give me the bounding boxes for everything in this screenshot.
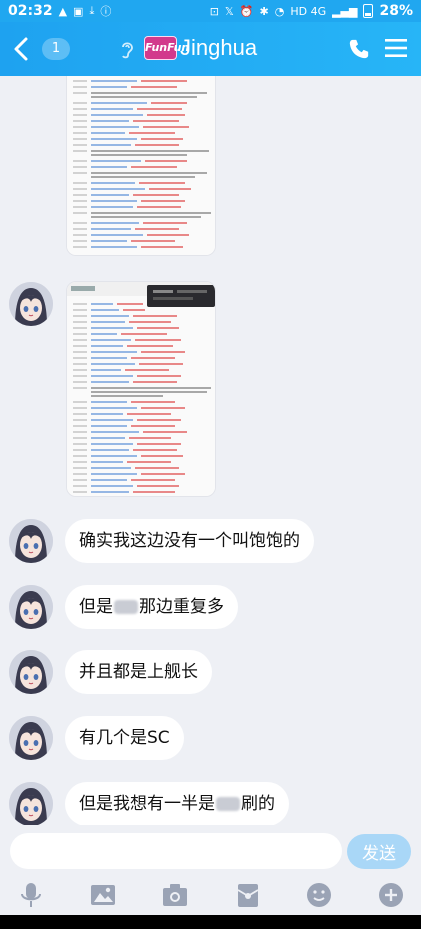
- auto-icon: ⊡: [209, 4, 219, 18]
- status-bar: 02:32 ▲ ▣ ⤓ ⓘ ⊡ 𝕏 ⏰ ✱ ◔ HD 4G ▂▄▆ 28%: [0, 0, 421, 22]
- send-button[interactable]: 发送: [347, 834, 411, 869]
- message-text: 并且都是上舰长: [79, 662, 198, 682]
- redacted-blur: [114, 600, 138, 614]
- anime-avatar-image: [9, 650, 53, 694]
- message-bubble[interactable]: 但是我想有一半是 刷的: [65, 782, 289, 825]
- camera-icon[interactable]: [161, 881, 189, 909]
- x-icon: 𝕏: [224, 4, 234, 18]
- input-toolbar: [0, 875, 421, 915]
- message-text-end: 刷的: [241, 794, 275, 814]
- bluetooth-icon: ✱: [259, 4, 269, 18]
- input-row: 发送: [0, 825, 421, 875]
- warning-icon: ▲: [58, 4, 68, 18]
- red-packet-icon[interactable]: [234, 881, 262, 909]
- image-icon[interactable]: [89, 881, 117, 909]
- image-message[interactable]: [66, 76, 216, 256]
- message-text-start: 但是我想有一半是: [79, 794, 215, 814]
- chat-header: 1 FunFun Jinghua: [0, 22, 421, 76]
- image-message[interactable]: [66, 281, 216, 497]
- contact-avatar[interactable]: [9, 282, 53, 326]
- mic-icon[interactable]: [17, 881, 45, 909]
- anime-avatar-image: [9, 585, 53, 629]
- message-input[interactable]: [10, 833, 342, 869]
- info-icon: ⓘ: [100, 5, 112, 18]
- message-text: 有几个是SC: [79, 728, 170, 748]
- system-nav-bar: [0, 915, 421, 929]
- redacted-blur: [216, 797, 240, 811]
- chat-area[interactable]: 确实我这边没有一个叫饱饱的 但是 那边重复多 并且都是上舰长 有几个是SC 但是…: [0, 76, 421, 825]
- message-text-start: 但是: [79, 597, 113, 617]
- gallery-notification-icon: ▣: [73, 4, 84, 18]
- status-right: ⊡ 𝕏 ⏰ ✱ ◔ HD 4G ▂▄▆ 28%: [210, 3, 413, 19]
- anime-avatar-image: [9, 716, 53, 760]
- message-bubble[interactable]: 有几个是SC: [65, 716, 184, 760]
- contact-avatar[interactable]: [9, 519, 53, 563]
- anime-avatar-image: [9, 519, 53, 563]
- network-type: HD 4G: [290, 4, 327, 18]
- message-bubble[interactable]: 确实我这边没有一个叫饱饱的: [65, 519, 314, 563]
- contact-avatar[interactable]: [9, 716, 53, 760]
- anime-avatar-image: [9, 782, 53, 825]
- message-text: 确实我这边没有一个叫饱饱的: [79, 531, 300, 551]
- contact-avatar[interactable]: [9, 782, 53, 825]
- message-bubble[interactable]: 但是 那边重复多: [65, 585, 238, 629]
- unread-count-badge[interactable]: 1: [42, 38, 70, 60]
- contact-avatar[interactable]: [9, 650, 53, 694]
- emoji-icon[interactable]: [305, 881, 333, 909]
- download-icon: ⤓: [89, 4, 95, 17]
- screenshot-thumbnail: [67, 282, 215, 496]
- alarm-icon: ⏰: [239, 4, 254, 18]
- phone-icon[interactable]: [348, 38, 370, 60]
- status-left: 02:32 ▲ ▣ ⤓ ⓘ: [8, 3, 111, 19]
- contact-avatar[interactable]: [9, 585, 53, 629]
- signal-icon: ▂▄▆: [332, 4, 358, 18]
- ear-icon: [122, 42, 133, 59]
- message-bubble[interactable]: 并且都是上舰长: [65, 650, 212, 694]
- status-time: 02:32: [8, 3, 53, 19]
- plus-icon[interactable]: [377, 881, 405, 909]
- back-arrow-icon[interactable]: [10, 36, 34, 62]
- screenshot-thumbnail: [67, 76, 215, 255]
- contact-name[interactable]: Jinghua: [180, 35, 257, 61]
- message-text-end: 那边重复多: [139, 597, 224, 617]
- wifi-icon: ◔: [274, 4, 285, 18]
- vip-logo-badge: FunFun: [144, 36, 189, 60]
- battery-percent: 28%: [379, 3, 413, 19]
- battery-icon: [363, 4, 374, 18]
- anime-avatar-image: [9, 282, 53, 326]
- menu-icon[interactable]: [385, 38, 407, 58]
